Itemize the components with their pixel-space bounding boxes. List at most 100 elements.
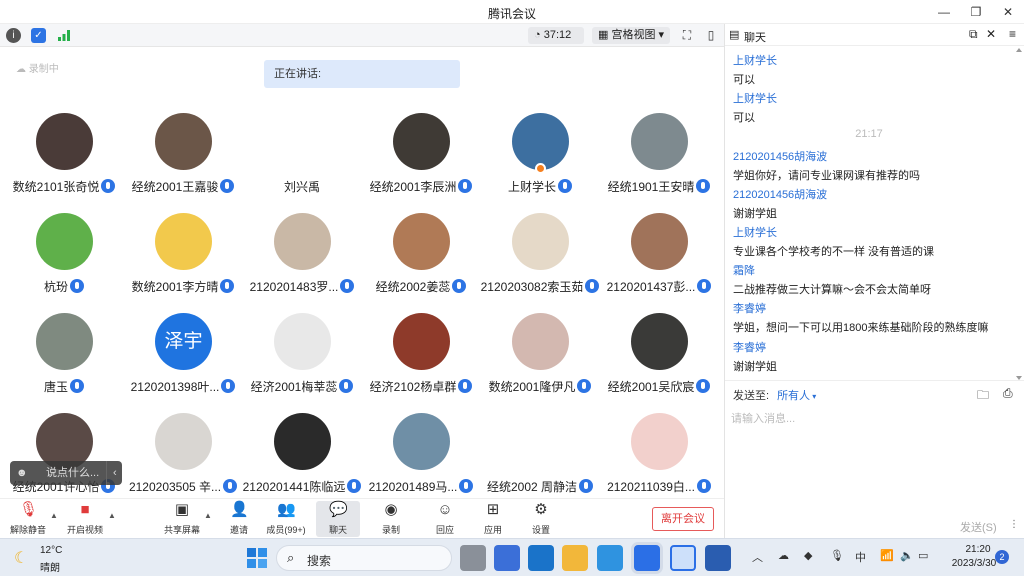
cloud-icon[interactable]: ☁ xyxy=(778,549,789,562)
participant-tile[interactable]: 泽宇 2120201398叶... xyxy=(124,313,242,409)
participant-name: 2120211039白... xyxy=(607,480,695,494)
emoji-icon[interactable]: ☻ xyxy=(16,461,28,485)
reaction-input[interactable]: 说点什么... xyxy=(46,461,99,485)
chevron-up-icon[interactable]: ▲ xyxy=(204,511,212,520)
chevron-up-icon[interactable]: ︿ xyxy=(752,549,763,565)
fullscreen-icon[interactable]: ⛶ xyxy=(678,27,696,44)
participant-tile[interactable]: 2120203505 辛... xyxy=(124,413,242,509)
participant-tile[interactable]: 数统2101张奇悦 xyxy=(5,113,123,209)
start-icon[interactable] xyxy=(244,545,270,571)
tencent-meeting-window: 腾讯会议 — ❐ ✕ i ✓ ◔ 37:12 ▦ 宫格视图 ▾ ⛶ ▯ ☁ 录制… xyxy=(0,0,1024,576)
qq-icon[interactable]: ◆ xyxy=(804,549,812,562)
mail-icon[interactable] xyxy=(528,545,554,571)
avatar xyxy=(631,213,688,270)
more-icon[interactable]: ≡ xyxy=(1009,27,1016,41)
more-options-icon[interactable]: ⋮ xyxy=(1009,519,1019,530)
react-button[interactable]: ☺ 回应 xyxy=(423,501,467,537)
reaction-bar[interactable]: ☻ 说点什么... ‹ xyxy=(10,461,122,485)
screenshot-icon[interactable]: ⎙ xyxy=(1003,386,1013,401)
participant-tile[interactable]: 经统2001吴欣宸 xyxy=(600,313,718,409)
participant-tile[interactable]: 刘兴禹 xyxy=(243,113,361,209)
collapse-icon[interactable]: ‹ xyxy=(106,461,117,485)
participant-tile[interactable]: 唐玉 xyxy=(5,313,123,409)
message-sender: 李睿婷 xyxy=(733,303,766,316)
participant-tile[interactable]: 2120203082索玉茹 xyxy=(480,213,600,309)
send-to-target[interactable]: 所有人 xyxy=(777,390,810,402)
chat-scrollbar[interactable] xyxy=(1015,46,1023,382)
message-text: 专业课各个学校考的不一样 没有普适的课 xyxy=(733,246,935,258)
clock-icon: ◔ xyxy=(534,29,544,41)
participant-tile[interactable]: 上财学长 xyxy=(481,113,599,209)
minimize-button[interactable]: — xyxy=(928,0,960,24)
mic-icon xyxy=(579,479,594,493)
notification-badge[interactable]: 2 xyxy=(995,550,1009,564)
send-button[interactable]: 发送(S) xyxy=(960,519,997,535)
participant-name-row: 数统2101张奇悦 xyxy=(0,178,131,196)
participant-tile[interactable]: 经统1901王安晴 xyxy=(600,113,718,209)
mydp-icon[interactable] xyxy=(597,545,623,571)
taskbar-search[interactable]: ⌕ 搜索 xyxy=(276,545,452,571)
record-button[interactable]: ◉ 录制 xyxy=(369,501,413,537)
battery-icon[interactable]: ▭ xyxy=(918,549,928,562)
send-to-selector[interactable]: 发送至: 所有人 ▾ xyxy=(733,387,816,403)
members-button[interactable]: 👥 成员(99+) xyxy=(260,501,312,537)
tablet-icon[interactable] xyxy=(670,545,696,571)
settings-button[interactable]: ⚙ 设置 xyxy=(519,501,563,537)
participant-tile[interactable]: 2120201437彭... xyxy=(600,213,718,309)
popout-icon[interactable]: ⧉ xyxy=(969,27,978,42)
info-icon[interactable]: i xyxy=(6,28,21,43)
message-text: 可以 xyxy=(733,112,755,125)
participant-tile[interactable]: 经统2002姜蕊 xyxy=(362,213,480,309)
chat-input[interactable] xyxy=(731,404,1017,434)
participant-tile[interactable]: 2120211039白... xyxy=(600,413,718,509)
participant-tile[interactable]: 2120201483罗... xyxy=(243,213,361,309)
clock-time[interactable]: 21:20 xyxy=(960,544,996,555)
microphone-icon[interactable]: 🎙 xyxy=(830,549,844,562)
chevron-down-icon[interactable]: ▾ xyxy=(810,392,816,401)
close-button[interactable]: ✕ xyxy=(992,0,1024,24)
volume-icon[interactable]: 🔈 xyxy=(900,549,914,562)
maximize-button[interactable]: ❐ xyxy=(960,0,992,24)
participant-tile[interactable]: 经统2002 周静洁 xyxy=(481,413,599,509)
word-icon[interactable] xyxy=(705,545,731,571)
apps-button[interactable]: ⊞ 应用 xyxy=(471,501,515,537)
invite-button[interactable]: 👤 邀请 xyxy=(217,501,261,537)
signal-icon[interactable] xyxy=(56,28,71,43)
participant-tile[interactable]: 2120201441陈临远 xyxy=(243,413,362,509)
avatar xyxy=(512,313,569,370)
start-video-button[interactable]: ■ 开启视频 xyxy=(63,501,107,537)
task-view-icon[interactable] xyxy=(460,545,486,571)
participant-name: 数统2001隆伊凡 xyxy=(488,380,576,394)
view-mode-dropdown[interactable]: ▦ 宫格视图 ▾ xyxy=(592,27,670,44)
leave-meeting-button[interactable]: 离开会议 xyxy=(652,507,714,531)
participant-tile[interactable]: 经济2001梅莘蕊 xyxy=(243,313,361,409)
participant-name: 经统2002 周静洁 xyxy=(486,480,578,494)
copilot-icon[interactable] xyxy=(494,545,520,571)
close-icon[interactable]: ✕ xyxy=(986,27,996,41)
tencent-meeting-app-icon[interactable] xyxy=(634,545,660,571)
avatar xyxy=(274,313,331,370)
participant-tile[interactable]: 经统2001李辰洲 xyxy=(362,113,480,209)
participant-tile[interactable]: 数统2001李方晴 xyxy=(124,213,242,309)
share-screen-button[interactable]: ▣ 共享屏幕 xyxy=(160,501,204,537)
chat-button[interactable]: 💬 聊天 xyxy=(316,501,360,537)
meeting-info-bar: i ✓ ◔ 37:12 ▦ 宫格视图 ▾ ⛶ ▯ xyxy=(0,24,724,47)
sidebar-toggle-icon[interactable]: ▯ xyxy=(702,27,720,44)
participant-tile[interactable]: 2120201489马... xyxy=(362,413,480,509)
unmute-button[interactable]: 🎙 解除静音 xyxy=(6,501,50,537)
file-explorer-icon[interactable] xyxy=(562,545,588,571)
ime-indicator[interactable]: 中 xyxy=(855,549,866,565)
chat-message-list[interactable]: 上财学长 可以 上财学长 可以 21:17 2120201456胡海波 学姐你好，请问专业课… xyxy=(725,46,1013,382)
participant-tile[interactable]: 经济2102杨卓群 xyxy=(362,313,480,409)
participant-tile[interactable]: 经统2001王嘉骏 xyxy=(124,113,242,209)
chevron-up-icon[interactable]: ▲ xyxy=(108,511,116,520)
shield-icon[interactable]: ✓ xyxy=(31,28,46,43)
mic-icon xyxy=(558,179,572,193)
participant-tile[interactable]: 数统2001隆伊凡 xyxy=(481,313,599,409)
avatar xyxy=(393,413,450,470)
chevron-up-icon[interactable]: ▲ xyxy=(50,511,58,520)
participant-name: 2120203082索玉茹 xyxy=(480,280,584,294)
participant-tile[interactable]: 杭玢 xyxy=(5,213,123,309)
wifi-icon[interactable]: 📶 xyxy=(880,549,894,562)
recording-indicator: ☁ 录制中 xyxy=(16,64,59,75)
